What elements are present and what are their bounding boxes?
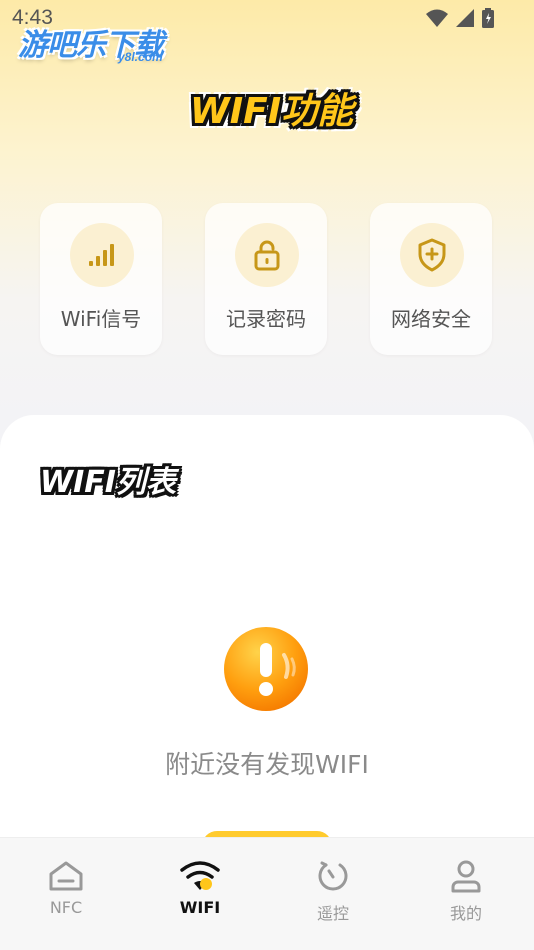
cellular-icon [456, 9, 474, 27]
battery-icon [482, 8, 494, 28]
nav-label: 我的 [449, 904, 482, 923]
feature-label: 网络安全 [391, 307, 471, 331]
watermark-logo: 游吧乐下载 y8l.com [18, 20, 188, 70]
signal-bars-icon [70, 223, 134, 287]
wifi-list-title: WIFI列表 [40, 465, 176, 500]
feature-card-saved-passwords[interactable]: 记录密码 [205, 203, 327, 355]
watermark-sub: y8l.com [118, 50, 163, 64]
empty-state-text: 附近没有发现WIFI [165, 750, 369, 779]
bottom-nav: NFC WIFI 遥控 我的 [0, 837, 534, 950]
shield-plus-icon [400, 223, 464, 287]
feature-label: 记录密码 [226, 307, 306, 331]
nav-item-nfc[interactable]: NFC [21, 860, 111, 917]
feature-card-network-security[interactable]: 网络安全 [370, 203, 492, 355]
nav-label: NFC [49, 898, 83, 917]
feature-card-wifi-signal[interactable]: WiFi信号 [40, 203, 162, 355]
feature-cards: WiFi信号 记录密码 网络安全 [40, 203, 494, 355]
nav-item-wifi[interactable]: WIFI [155, 860, 245, 917]
status-icons [426, 8, 494, 28]
feature-label: WiFi信号 [60, 307, 142, 331]
remote-icon [318, 861, 348, 891]
wifi-icon [180, 861, 220, 890]
nav-item-remote[interactable]: 遥控 [288, 860, 378, 924]
home-icon [49, 861, 83, 891]
exclamation-icon [224, 627, 308, 711]
nav-item-profile[interactable]: 我的 [421, 860, 511, 924]
user-icon [451, 860, 481, 893]
features-title: WIFI功能 [190, 91, 354, 132]
nav-label: 遥控 [316, 904, 349, 923]
wifi-icon [426, 9, 448, 27]
unlock-icon [235, 223, 299, 287]
nav-label: WIFI [179, 898, 221, 917]
